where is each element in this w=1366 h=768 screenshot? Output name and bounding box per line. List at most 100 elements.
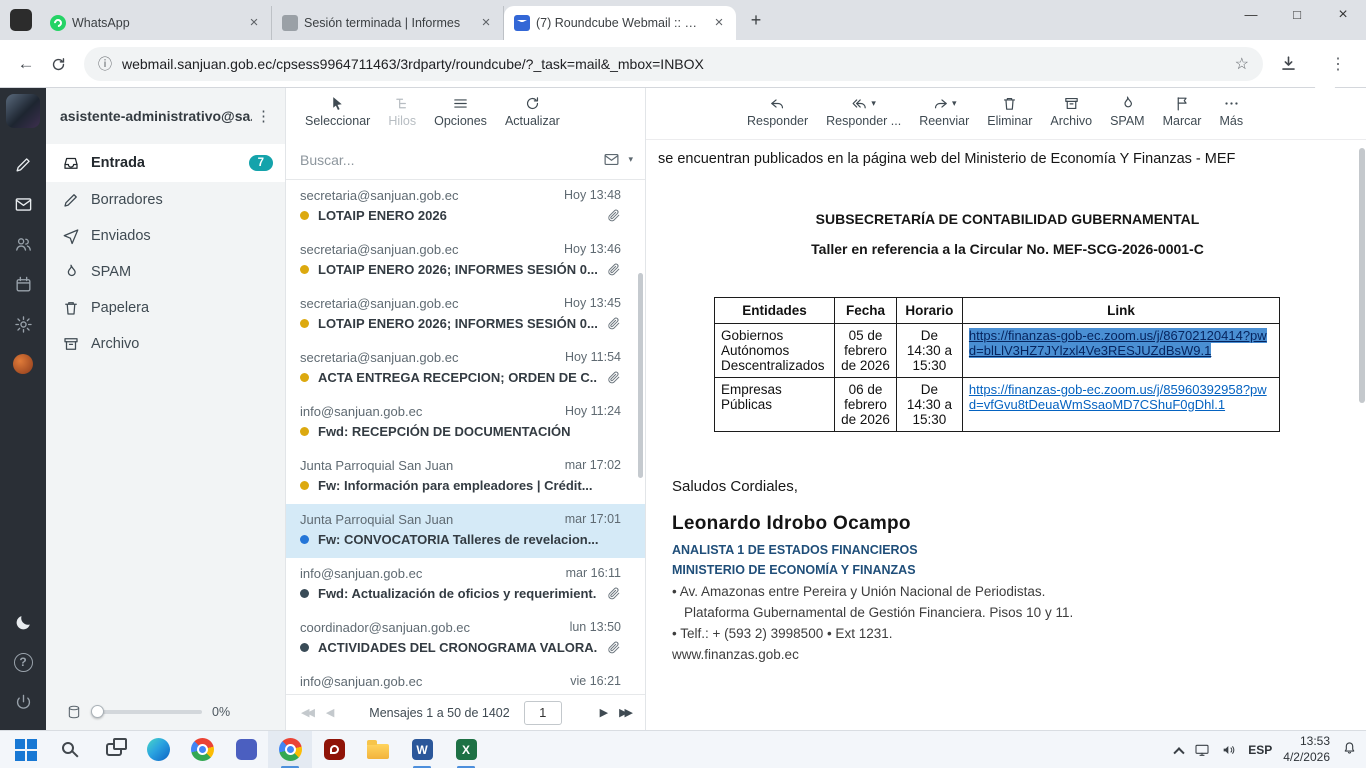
mail-task-icon[interactable] — [3, 184, 43, 224]
reply-button[interactable]: Responder — [738, 93, 817, 130]
folder-spam[interactable]: SPAM — [46, 254, 285, 290]
task-view-button[interactable] — [92, 731, 136, 768]
options-button[interactable]: Opciones — [425, 93, 496, 130]
message-row[interactable]: info@sanjuan.gob.ec Hoy 11:24 Fwd: RECEP… — [286, 396, 645, 450]
next-page-button[interactable]: ▶ — [593, 706, 612, 719]
zoom-link[interactable]: https://finanzas-gob-ec.zoom.us/j/859603… — [969, 382, 1267, 412]
quota-slider[interactable] — [92, 710, 202, 714]
taskbar-excel[interactable]: X — [444, 731, 488, 768]
pagination-label: Mensajes 1 a 50 de 1402 — [369, 706, 509, 720]
bookmark-star-icon[interactable]: ☆ — [1235, 54, 1249, 74]
back-button[interactable]: ← — [10, 48, 42, 80]
browser-menu-icon[interactable]: ⋮ — [1326, 54, 1350, 74]
reload-button[interactable] — [42, 48, 74, 80]
screen: WhatsApp × Sesión terminada | Informes ×… — [0, 0, 1366, 768]
taskbar-file-explorer[interactable] — [356, 731, 400, 768]
tab-close-icon[interactable]: × — [477, 14, 495, 32]
delete-button[interactable]: Eliminar — [978, 93, 1041, 130]
compose-icon[interactable] — [3, 144, 43, 184]
mark-button[interactable]: Marcar — [1154, 93, 1211, 130]
message-row[interactable]: Junta Parroquial San Juan mar 17:01 Fw: … — [286, 504, 645, 558]
site-info-icon[interactable]: ⓘ — [98, 54, 112, 74]
language-indicator[interactable]: ESP — [1248, 743, 1272, 757]
search-scope[interactable]: ▾ — [603, 151, 633, 168]
tab-whatsapp[interactable]: WhatsApp × — [40, 6, 272, 40]
help-icon[interactable]: ? — [3, 642, 43, 682]
message-row[interactable]: info@sanjuan.gob.ec mar 16:11 Fwd: Actua… — [286, 558, 645, 612]
more-button[interactable]: Más — [1210, 93, 1252, 130]
message-row[interactable]: Junta Parroquial San Juan mar 17:02 Fw: … — [286, 450, 645, 504]
start-button[interactable] — [4, 731, 48, 768]
zoom-link-selected[interactable]: https://finanzas-gob-ec.zoom.us/j/867021… — [969, 328, 1267, 358]
hidden-icons-chevron[interactable] — [1174, 747, 1185, 758]
tab-close-icon[interactable]: × — [710, 14, 728, 32]
contacts-icon[interactable] — [3, 224, 43, 264]
pagination-bar: ◀◀ ◀ Mensajes 1 a 50 de 1402 ▶ ▶▶ — [286, 694, 645, 730]
browser-toolbar: ← ⓘ webmail.sanjuan.gob.ec/cpsess9964711… — [0, 40, 1366, 88]
message-body: se encuentran publicados en la página we… — [646, 141, 1357, 730]
prev-page-button[interactable]: ◀ — [319, 706, 338, 719]
taskbar-search-button[interactable] — [48, 731, 92, 768]
table-row: Empresas Públicas 06 de febrero de 2026 … — [715, 378, 1280, 432]
settings-gear-icon[interactable] — [3, 304, 43, 344]
clock[interactable]: 13:53 4/2/2026 — [1283, 734, 1330, 765]
forward-button[interactable]: ▾ Reenviar — [910, 93, 978, 130]
threads-icon — [394, 95, 411, 112]
address-bar[interactable]: ⓘ webmail.sanjuan.gob.ec/cpsess996471146… — [84, 47, 1263, 81]
message-row[interactable]: secretaria@sanjuan.gob.ec Hoy 11:54 ACTA… — [286, 342, 645, 396]
page-number-input[interactable] — [524, 701, 562, 725]
windows-logo-icon — [15, 739, 25, 749]
last-page-button[interactable]: ▶▶ — [612, 706, 637, 719]
taskbar-chrome-active[interactable] — [268, 731, 312, 768]
minimize-button[interactable]: — — [1228, 0, 1274, 32]
select-button[interactable]: Seleccionar — [296, 93, 379, 130]
first-page-button[interactable]: ◀◀ — [294, 706, 319, 719]
logout-power-icon[interactable] — [3, 682, 43, 722]
col-entidades: Entidades — [715, 298, 835, 324]
tab-close-icon[interactable]: × — [245, 14, 263, 32]
storage-icon — [66, 704, 82, 720]
content-scrollbar[interactable] — [1359, 148, 1365, 403]
tab-roundcube-active[interactable]: (7) Roundcube Webmail :: Entra × — [504, 6, 736, 40]
folder-options-icon[interactable]: ⋮ — [252, 107, 275, 125]
search-input[interactable] — [300, 152, 593, 168]
reply-all-button[interactable]: ▾ Responder ... — [817, 93, 910, 130]
new-tab-button[interactable]: + — [742, 7, 770, 35]
folder-entrada[interactable]: Entrada 7 — [46, 144, 285, 182]
message-row[interactable]: secretaria@sanjuan.gob.ec Hoy 13:46 LOTA… — [286, 234, 645, 288]
maximize-button[interactable]: □ — [1274, 0, 1320, 32]
signature-name: Leonardo Idrobo Ocampo — [672, 513, 1357, 535]
downloads-icon[interactable] — [1279, 54, 1298, 73]
folder-papelera[interactable]: Papelera — [46, 290, 285, 326]
refresh-button[interactable]: Actualizar — [496, 93, 569, 130]
taskbar-acrobat[interactable] — [312, 731, 356, 768]
tab-sesion-terminada[interactable]: Sesión terminada | Informes × — [272, 6, 504, 40]
threads-button[interactable]: Hilos — [379, 93, 425, 130]
taskbar-word[interactable]: W — [400, 731, 444, 768]
calendar-icon[interactable] — [3, 264, 43, 304]
taskbar-teams[interactable] — [224, 731, 268, 768]
message-row[interactable]: secretaria@sanjuan.gob.ec Hoy 13:45 LOTA… — [286, 288, 645, 342]
message-subject: ACTA ENTREGA RECEPCION; ORDEN DE C... — [318, 370, 597, 385]
display-icon[interactable] — [1194, 742, 1210, 758]
archive-button[interactable]: Archivo — [1041, 93, 1101, 130]
time: 13:53 — [1300, 734, 1330, 750]
col-horario: Horario — [896, 298, 962, 324]
notifications-bell-icon[interactable] — [1341, 739, 1358, 761]
message-row[interactable]: secretaria@sanjuan.gob.ec Hoy 13:48 LOTA… — [286, 180, 645, 234]
spam-button[interactable]: SPAM — [1101, 93, 1154, 130]
dark-mode-moon-icon[interactable] — [3, 602, 43, 642]
message-row[interactable]: coordinador@sanjuan.gob.ec lun 13:50 ACT… — [286, 612, 645, 666]
message-row[interactable]: info@sanjuan.gob.ec vie 16:21 — [286, 666, 645, 694]
folder-archivo[interactable]: Archivo — [46, 326, 285, 362]
close-button[interactable]: × — [1320, 0, 1366, 32]
folder-borradores[interactable]: Borradores — [46, 182, 285, 218]
taskbar-edge[interactable] — [136, 731, 180, 768]
cpanel-icon[interactable] — [3, 344, 43, 384]
volume-icon[interactable] — [1221, 742, 1237, 758]
folder-enviados[interactable]: Enviados — [46, 218, 285, 254]
message-subject: Fw: Información para empleadores | Crédi… — [318, 478, 621, 493]
message-time: Hoy 11:54 — [565, 350, 621, 365]
list-scrollbar[interactable] — [638, 273, 643, 478]
taskbar-browser-profile[interactable] — [180, 731, 224, 768]
